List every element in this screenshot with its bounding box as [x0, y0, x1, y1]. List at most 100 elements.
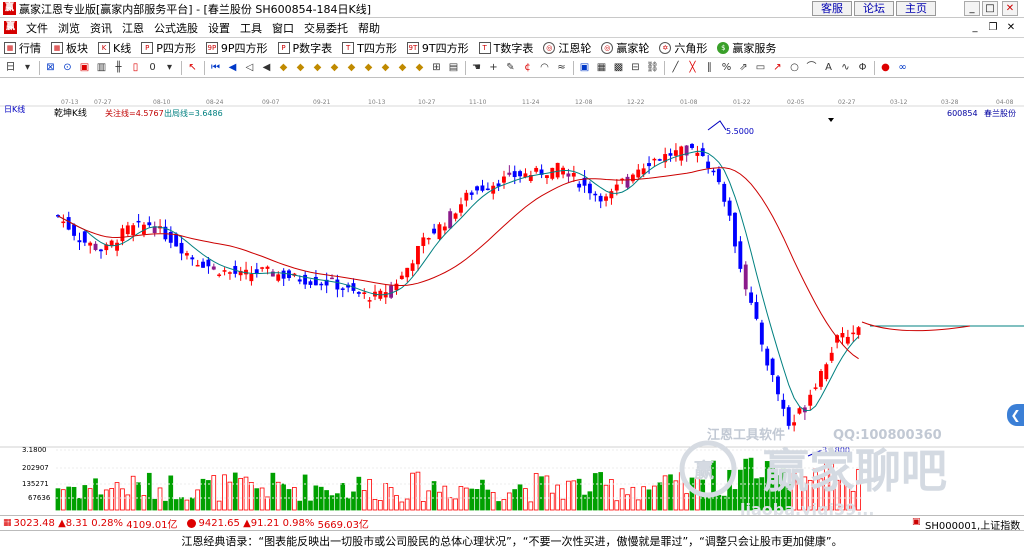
candle-body[interactable]	[598, 195, 603, 202]
draw-line-icon[interactable]: ╱	[669, 61, 682, 74]
candle-body[interactable]	[727, 200, 732, 216]
candle-body[interactable]	[260, 267, 265, 269]
candle-body[interactable]	[313, 276, 318, 286]
candle-body[interactable]	[695, 152, 700, 156]
menu-tools[interactable]: 工具	[235, 20, 267, 36]
candle-body[interactable]	[174, 233, 179, 247]
minimize-icon[interactable]: _	[968, 21, 982, 34]
candle-body[interactable]	[464, 192, 469, 201]
candle-body[interactable]	[829, 352, 834, 361]
cursor-icon[interactable]: ↖	[186, 61, 199, 74]
candle-body[interactable]	[577, 183, 582, 188]
candle-body[interactable]	[711, 170, 716, 173]
candle-body[interactable]	[201, 261, 205, 268]
first-icon[interactable]: ⏮	[209, 61, 222, 74]
toolbar-hexagon-button[interactable]: ✡ 六角形	[655, 40, 713, 56]
candle-body[interactable]	[131, 225, 136, 236]
candle-body[interactable]	[340, 288, 345, 290]
candle-body[interactable]	[82, 231, 87, 243]
close-icon[interactable]: ✕	[1004, 21, 1018, 34]
step-icon[interactable]: ◁	[243, 61, 256, 74]
menu-browse[interactable]: 浏览	[53, 20, 85, 36]
candle-body[interactable]	[668, 153, 673, 156]
toolbar-dollar-button[interactable]: $ 赢家服务	[713, 40, 782, 56]
candle-body[interactable]	[211, 266, 216, 270]
candle-body[interactable]	[765, 348, 770, 366]
candle-body[interactable]	[453, 213, 458, 219]
expand-panel-icon[interactable]: ❮	[1007, 404, 1024, 426]
candle-body[interactable]	[754, 302, 759, 319]
candle-body[interactable]	[647, 163, 651, 167]
candle-body[interactable]	[625, 176, 630, 188]
candle-body[interactable]	[786, 407, 791, 426]
draw-polyline-icon[interactable]: ╳	[686, 61, 699, 74]
hand-icon[interactable]: ☚	[470, 61, 483, 74]
candle-body[interactable]	[544, 175, 549, 179]
toolbar-9t-square-button[interactable]: 9T 9T四方形	[403, 40, 475, 56]
toolbar-t-square-button[interactable]: T T四方形	[338, 40, 403, 56]
candle-body[interactable]	[222, 270, 227, 272]
gann-square-icon[interactable]: ◆	[345, 61, 358, 74]
toolbar-grid-button[interactable]: ▦ 行情	[0, 40, 47, 56]
menu-gann[interactable]: 江恩	[117, 20, 149, 36]
candle-body[interactable]	[743, 264, 748, 290]
candle-body[interactable]	[840, 333, 845, 338]
candle-body[interactable]	[405, 267, 410, 278]
candle-body[interactable]	[98, 249, 103, 252]
candle-body[interactable]	[206, 259, 211, 267]
candle-body[interactable]	[813, 387, 818, 389]
candle-body[interactable]	[335, 279, 340, 290]
candle-body[interactable]	[303, 274, 308, 285]
menu-window[interactable]: 窗口	[267, 20, 299, 36]
candle-body[interactable]	[555, 162, 560, 178]
candle-body[interactable]	[550, 167, 555, 179]
arc-icon[interactable]: ◠	[538, 61, 551, 74]
candle-body[interactable]	[437, 224, 442, 240]
candle-body[interactable]	[759, 322, 764, 345]
square-icon[interactable]: ▣	[78, 61, 91, 74]
toolbar-blocks-button[interactable]: ▦ 板块	[47, 40, 94, 56]
homepage-link[interactable]: 主页	[896, 1, 936, 16]
toolbar-gann-wheel-button[interactable]: ◎ 江恩轮	[539, 40, 597, 56]
line-icon[interactable]: ╫	[112, 61, 125, 74]
candle-body[interactable]	[657, 159, 662, 161]
candle-body[interactable]	[410, 263, 415, 271]
gann-box-icon[interactable]: ◆	[294, 61, 307, 74]
candle-body[interactable]	[254, 269, 259, 274]
candle-body[interactable]	[217, 274, 222, 277]
toolbar-p-number-table-button[interactable]: P P数字表	[274, 40, 339, 56]
candle-body[interactable]	[319, 283, 324, 286]
candle-body[interactable]	[797, 408, 802, 414]
candle-body[interactable]	[587, 183, 592, 194]
candle-body[interactable]	[66, 217, 71, 230]
candle-body[interactable]	[330, 277, 334, 280]
draw-circle-icon[interactable]: ○	[788, 61, 801, 74]
sh-index-segment[interactable]: ▦ 3023.48 ▲8.31 0.28% 4109.01亿	[0, 516, 178, 531]
restore-icon[interactable]: ❐	[986, 21, 1000, 34]
candle-body[interactable]	[125, 225, 130, 235]
calc-icon[interactable]: ¢	[521, 61, 534, 74]
candle-body[interactable]	[776, 376, 780, 395]
gann-arc-icon[interactable]: ◆	[379, 61, 392, 74]
candle-body[interactable]	[630, 174, 635, 182]
menu-help[interactable]: 帮助	[353, 20, 385, 36]
candle-body[interactable]	[469, 192, 474, 195]
candle-body[interactable]	[475, 186, 479, 191]
menu-news[interactable]: 资讯	[85, 20, 117, 36]
minimize-icon[interactable]: _	[964, 1, 980, 16]
candle-body[interactable]	[61, 221, 66, 224]
candle-body[interactable]	[636, 169, 641, 178]
candle-body[interactable]	[120, 228, 125, 242]
window-icon[interactable]: ▣	[578, 61, 591, 74]
table-icon[interactable]: ▤	[447, 61, 460, 74]
candle-body[interactable]	[136, 220, 141, 223]
toolbar-t-number-table-button[interactable]: T T数字表	[475, 40, 540, 56]
draw-channel-icon[interactable]: ⇗	[737, 61, 750, 74]
candle-body[interactable]	[485, 188, 490, 191]
candle-body[interactable]	[179, 242, 184, 254]
back-icon[interactable]: ◀	[260, 61, 273, 74]
candle-body[interactable]	[249, 273, 254, 282]
menu-trading[interactable]: 交易委托	[299, 20, 353, 36]
candle-body[interactable]	[604, 196, 608, 201]
candle-body[interactable]	[389, 285, 394, 298]
